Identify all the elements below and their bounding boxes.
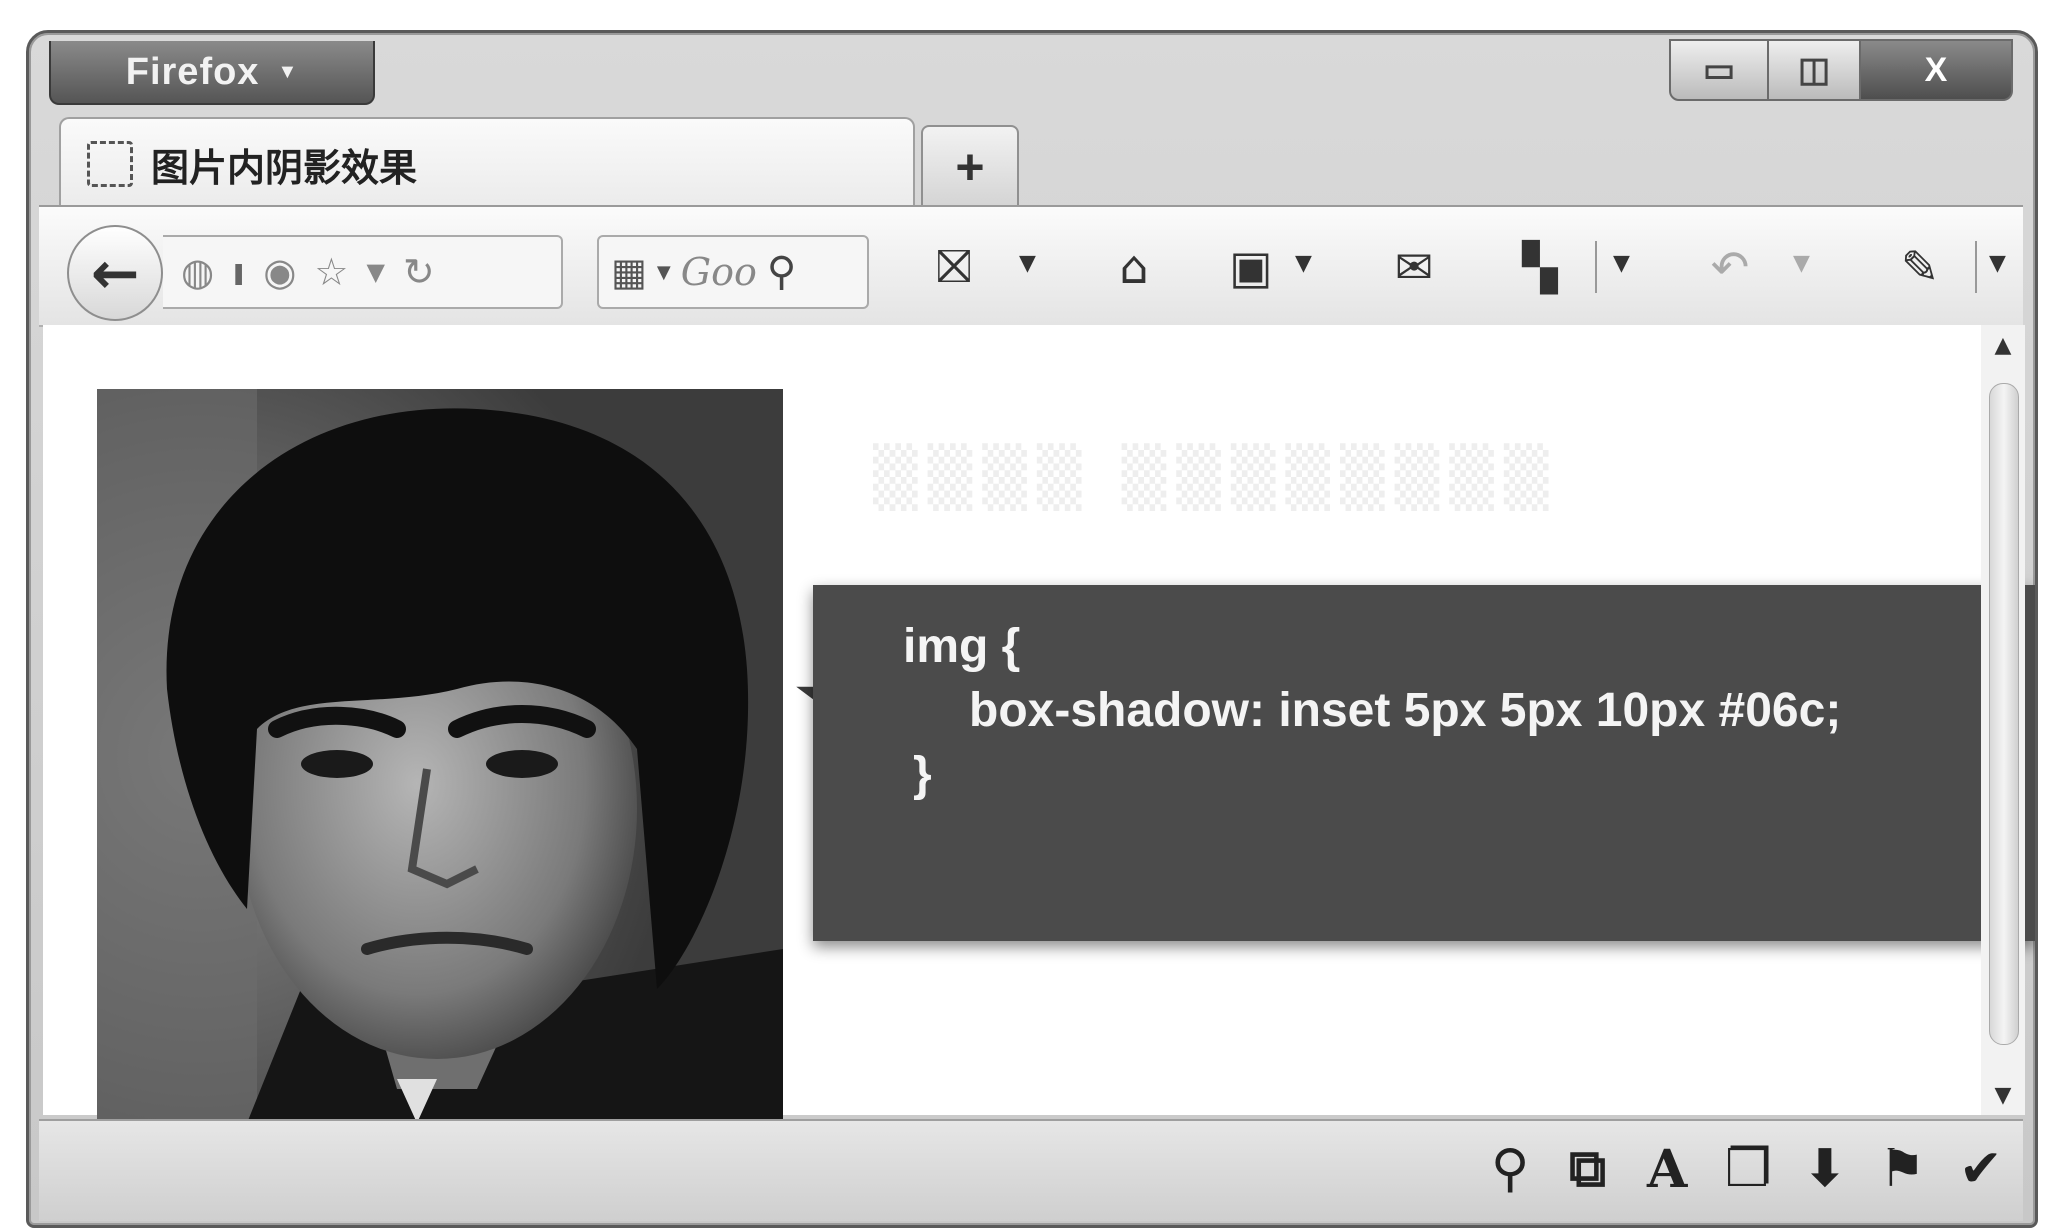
code-line-2: box-shadow: inset 5px 5px 10px #06c; — [969, 684, 1842, 737]
scroll-up-icon[interactable]: ▲ — [1981, 325, 2025, 365]
navigation-toolbar: ← ◍ ı ◉ ☆ ▼ ↻ ▦ ▼ Goo ⚲ ⛝ ▼ ⌂ ▣ ▼ ✉ ▚ ▼ … — [39, 205, 2023, 327]
star-icon[interactable]: ☆ — [314, 250, 348, 294]
firefox-menu-button[interactable]: Firefox ▼ — [49, 41, 375, 105]
tab-active[interactable]: 图片内阴影效果 — [59, 117, 915, 209]
vertical-scrollbar[interactable]: ▲ ▼ — [1981, 325, 2025, 1115]
open-window-icon[interactable]: ⧉ — [1569, 1139, 1606, 1200]
chevron-down-icon[interactable]: ▼ — [1793, 251, 1810, 276]
search-icon[interactable]: ⚲ — [767, 249, 796, 295]
tab-title: 图片内阴影效果 — [151, 145, 418, 190]
chevron-down-icon[interactable]: ▼ — [657, 262, 671, 283]
new-tab-button[interactable]: + — [921, 125, 1019, 207]
code-line-1: img { — [903, 620, 1021, 673]
code-line-3: } — [913, 748, 932, 801]
portrait-image — [97, 389, 783, 1123]
toolbar-separator — [1595, 241, 1597, 293]
scroll-down-icon[interactable]: ▼ — [1981, 1075, 2025, 1115]
plus-icon: + — [955, 139, 985, 195]
maximize-icon: ◫ — [1797, 51, 1831, 89]
chevron-down-icon[interactable]: ▼ — [1613, 251, 1630, 276]
download-icon[interactable]: ⬇ — [1803, 1139, 1847, 1199]
toolbar-separator — [1975, 241, 1977, 293]
back-button[interactable]: ← — [67, 225, 163, 321]
chevron-down-icon[interactable]: ▼ — [1019, 251, 1036, 276]
firefox-menu-label: Firefox — [125, 50, 260, 93]
page-content: ▒▒▒▒ ▒▒▒▒▒▒▒▒ ➤ img { box-shadow: inset … — [43, 325, 2035, 1123]
window-controls: ▭ ◫ X — [1669, 39, 2013, 101]
home-icon[interactable]: ⌂ — [1099, 237, 1169, 297]
browser-window: Firefox ▼ ▭ ◫ X 图片内阴影效果 + ← ◍ ı ◉ ☆ ▼ ↻ … — [26, 30, 2038, 1228]
windows-icon[interactable]: ❐ — [1725, 1139, 1772, 1199]
scrollbar-thumb[interactable] — [1989, 383, 2019, 1045]
maximize-button[interactable]: ◫ — [1769, 39, 1861, 101]
info-icon: ı — [232, 250, 246, 294]
dropdown-icon[interactable]: ▼ — [366, 258, 384, 286]
magnifier-icon[interactable]: ⚲ — [1491, 1139, 1529, 1199]
url-bar[interactable]: ◍ ı ◉ ☆ ▼ ↻ — [163, 235, 563, 309]
world-icon[interactable]: ◉ — [263, 250, 296, 294]
apps-icon[interactable]: ▚ — [1505, 237, 1575, 297]
blank-page-icon — [87, 141, 133, 187]
search-input[interactable]: Goo — [681, 250, 757, 294]
tools-icon[interactable]: ✔ — [1959, 1139, 2003, 1199]
extension-icon[interactable]: ✎ — [1885, 237, 1955, 297]
chevron-down-icon[interactable]: ▼ — [1989, 251, 2006, 276]
chevron-down-icon[interactable]: ▼ — [1295, 251, 1312, 276]
back-arrow-icon: ← — [90, 239, 140, 307]
minimize-button[interactable]: ▭ — [1669, 39, 1769, 101]
faded-heading-text: ▒▒▒▒ ▒▒▒▒▒▒▒▒ — [873, 443, 1559, 511]
chevron-down-icon: ▼ — [277, 60, 299, 83]
code-callout: img { box-shadow: inset 5px 5px 10px #06… — [813, 585, 2035, 941]
close-icon: X — [1924, 50, 1948, 89]
close-button[interactable]: X — [1861, 39, 2013, 101]
web-developer-icon[interactable]: ⛝ — [919, 237, 989, 297]
bookmarks-icon[interactable]: ▣ — [1219, 237, 1283, 297]
portrait-photo — [97, 389, 783, 1123]
addon-bar: ⚲ ⧉ A ❐ ⬇ ⚑ ✔ — [39, 1119, 2023, 1221]
reload-icon[interactable]: ↻ — [403, 250, 435, 294]
flag-icon[interactable]: ⚑ — [1879, 1139, 1926, 1199]
font-icon[interactable]: A — [1647, 1139, 1687, 1200]
mail-icon[interactable]: ✉ — [1379, 237, 1449, 297]
search-bar[interactable]: ▦ ▼ Goo ⚲ — [597, 235, 869, 309]
undo-icon[interactable]: ↶ — [1695, 237, 1765, 297]
minimize-icon: ▭ — [1702, 51, 1736, 89]
globe-icon: ◍ — [181, 250, 215, 294]
search-engine-icon[interactable]: ▦ — [611, 250, 647, 294]
